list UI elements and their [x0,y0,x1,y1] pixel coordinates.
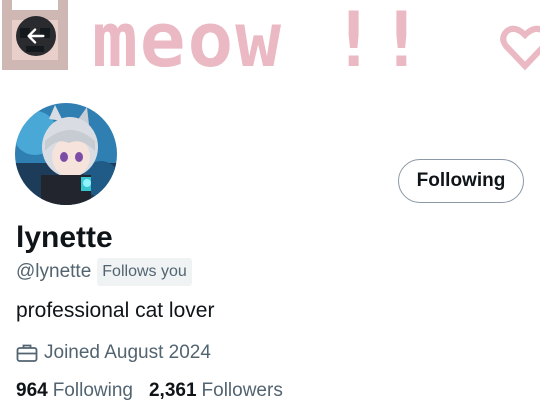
followers-label: Followers [201,380,283,401]
following-button[interactable]: Following [398,159,524,203]
following-link[interactable]: 964 Following [16,377,133,405]
followers-count: 2,361 [148,380,197,401]
back-button[interactable] [16,16,56,56]
bio: professional cat lover [16,299,215,322]
follows-you-badge: Follows you [97,258,192,286]
profile-banner[interactable]: meow !! [0,0,540,96]
banner-text: meow !! [92,0,427,84]
following-label: Following [52,380,133,401]
user-handle: @lynette [16,261,92,282]
follow-stats: 964 Following 2,361 Followers [16,377,299,405]
arrow-left-icon [27,28,45,44]
handle-row: @lynette Follows you [16,258,192,286]
joined-date: Joined August 2024 [16,339,211,367]
briefcase-icon [16,344,38,362]
following-count: 964 [16,380,48,401]
display-name: lynette [16,221,113,254]
heart-icon [500,25,540,71]
avatar-image [15,103,117,205]
followers-link[interactable]: 2,361 Followers [149,377,283,405]
avatar[interactable] [12,100,120,208]
joined-text: Joined August 2024 [44,342,211,363]
